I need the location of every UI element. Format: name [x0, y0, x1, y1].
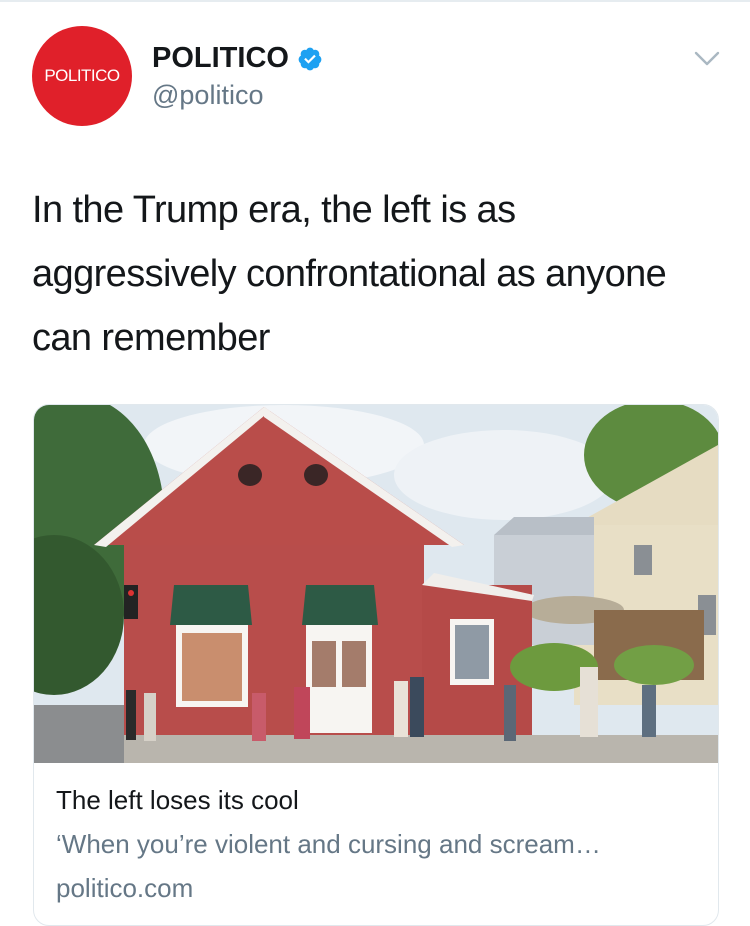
avatar[interactable]: POLITICO — [32, 26, 132, 126]
author-name[interactable]: POLITICO — [152, 42, 289, 75]
card-description: ‘When you’re violent and cursing and scr… — [56, 829, 601, 859]
author-handle[interactable]: @politico — [152, 80, 263, 111]
top-divider — [0, 0, 750, 2]
card-domain[interactable]: politico.com — [56, 873, 193, 904]
avatar-logo-text: POLITICO — [44, 66, 120, 85]
link-card[interactable]: The left loses its cool ‘When you’re vio… — [33, 404, 719, 926]
card-image[interactable] — [34, 405, 718, 763]
card-title[interactable]: The left loses its cool — [56, 785, 299, 816]
chevron-down-icon[interactable] — [694, 50, 720, 68]
author-name-row[interactable]: POLITICO — [152, 42, 323, 75]
verified-badge-icon — [298, 47, 322, 70]
tweet-text: In the Trump era, the left is as aggress… — [32, 189, 667, 359]
